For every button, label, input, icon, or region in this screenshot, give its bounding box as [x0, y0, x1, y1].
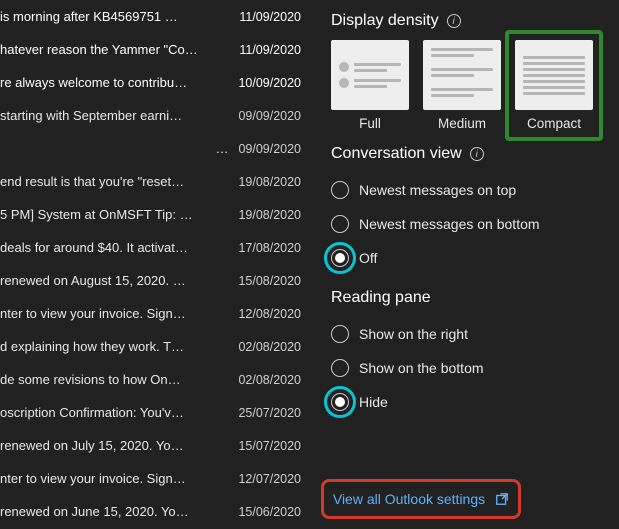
conversation-view-group: Newest messages on top Newest messages o… — [331, 173, 609, 275]
mail-row[interactable]: end result is that you're "reset…19/08/2… — [0, 165, 311, 198]
density-medium[interactable]: Medium — [423, 40, 501, 131]
conv-off-label: Off — [359, 250, 377, 266]
mail-subject: nter to view your invoice. Sign… — [0, 471, 228, 486]
conversation-view-title: Conversation view i — [331, 145, 609, 163]
conv-newest-top-label: Newest messages on top — [359, 182, 516, 198]
mail-date: 19/08/2020 — [228, 175, 301, 189]
mail-row[interactable]: deals for around $40. It activat…17/08/2… — [0, 231, 311, 264]
mail-row[interactable]: 5 PM] System at OnMSFT Tip: …19/08/2020 — [0, 198, 311, 231]
mail-subject: renewed on June 15, 2020. Yo… — [0, 504, 228, 519]
density-full[interactable]: Full — [331, 40, 409, 131]
density-full-swatch — [331, 40, 409, 110]
mail-date: 15/06/2020 — [228, 505, 301, 519]
density-compact-label: Compact — [527, 116, 581, 131]
conversation-view-label: Conversation view — [331, 145, 462, 163]
mail-subject: renewed on July 15, 2020. Yo… — [0, 438, 228, 453]
reading-hide-label: Hide — [359, 394, 388, 410]
density-full-label: Full — [359, 116, 381, 131]
info-icon[interactable]: i — [470, 147, 484, 161]
mail-subject: re always welcome to contribu… — [0, 75, 228, 90]
mail-date: 09/09/2020 — [228, 142, 301, 156]
reading-pane-label: Reading pane — [331, 289, 431, 307]
radio-icon — [331, 249, 349, 267]
mail-subject: hatever reason the Yammer "Co… — [0, 42, 229, 57]
reading-pane-title: Reading pane — [331, 289, 609, 307]
mail-subject: end result is that you're "reset… — [0, 174, 228, 189]
mail-subject: deals for around $40. It activat… — [0, 240, 228, 255]
mail-date: 02/08/2020 — [228, 340, 301, 354]
mail-date: 10/09/2020 — [228, 76, 301, 90]
mail-subject: 5 PM] System at OnMSFT Tip: … — [0, 207, 228, 222]
mail-date: 02/08/2020 — [228, 373, 301, 387]
conv-off[interactable]: Off — [331, 241, 609, 275]
radio-icon — [331, 325, 349, 343]
radio-icon — [331, 181, 349, 199]
conv-newest-top[interactable]: Newest messages on top — [331, 173, 609, 207]
reading-bottom[interactable]: Show on the bottom — [331, 351, 609, 385]
mail-row[interactable]: is morning after KB4569751 …11/09/2020 — [0, 0, 311, 33]
mail-subject: nter to view your invoice. Sign… — [0, 306, 228, 321]
reading-hide[interactable]: Hide — [331, 385, 609, 419]
mail-date: 19/08/2020 — [228, 208, 301, 222]
mail-row[interactable]: renewed on July 15, 2020. Yo…15/07/2020 — [0, 429, 311, 462]
quick-settings-panel: Display density i Full Medium Co — [311, 0, 619, 529]
mail-subject: d explaining how they work. T… — [0, 339, 228, 354]
radio-icon — [331, 359, 349, 377]
mail-date: 11/09/2020 — [229, 43, 301, 57]
mail-row[interactable]: nter to view your invoice. Sign…12/08/20… — [0, 297, 311, 330]
mail-subject: starting with September earni… — [0, 108, 228, 123]
radio-icon — [331, 215, 349, 233]
density-compact[interactable]: Compact — [515, 40, 593, 131]
reading-pane-group: Show on the right Show on the bottom Hid… — [331, 317, 609, 419]
display-density-options: Full Medium Compact — [331, 40, 609, 131]
mail-date: 12/07/2020 — [228, 472, 301, 486]
view-all-outlook-settings[interactable]: View all Outlook settings — [321, 479, 521, 519]
mail-date: 12/08/2020 — [228, 307, 301, 321]
mail-row[interactable]: oscription Confirmation: You'v…25/07/202… — [0, 396, 311, 429]
reading-right-label: Show on the right — [359, 326, 468, 342]
mail-row[interactable]: …09/09/2020 — [0, 132, 311, 165]
density-medium-swatch — [423, 40, 501, 110]
radio-icon — [331, 393, 349, 411]
mail-row[interactable]: renewed on August 15, 2020. …15/08/2020 — [0, 264, 311, 297]
info-icon[interactable]: i — [447, 14, 461, 28]
mail-subject: … — [0, 141, 228, 156]
mail-row[interactable]: starting with September earni…09/09/2020 — [0, 99, 311, 132]
mail-date: 25/07/2020 — [228, 406, 301, 420]
conv-newest-bottom[interactable]: Newest messages on bottom — [331, 207, 609, 241]
mail-date: 17/08/2020 — [228, 241, 301, 255]
mail-date: 15/07/2020 — [228, 439, 301, 453]
display-density-label: Display density — [331, 12, 439, 30]
conv-newest-bottom-label: Newest messages on bottom — [359, 216, 540, 232]
mail-date: 11/09/2020 — [229, 10, 301, 24]
reading-bottom-label: Show on the bottom — [359, 360, 484, 376]
mail-row[interactable]: d explaining how they work. T…02/08/2020 — [0, 330, 311, 363]
mail-subject: oscription Confirmation: You'v… — [0, 405, 228, 420]
mail-row[interactable]: re always welcome to contribu…10/09/2020 — [0, 66, 311, 99]
display-density-title: Display density i — [331, 12, 609, 30]
popout-icon — [495, 492, 509, 506]
mail-list[interactable]: is morning after KB4569751 …11/09/2020 h… — [0, 0, 311, 529]
mail-row[interactable]: nter to view your invoice. Sign…12/07/20… — [0, 462, 311, 495]
mail-subject: is morning after KB4569751 … — [0, 9, 229, 24]
density-compact-swatch — [515, 40, 593, 110]
density-medium-label: Medium — [438, 116, 486, 131]
mail-row[interactable]: renewed on June 15, 2020. Yo…15/06/2020 — [0, 495, 311, 528]
view-all-label: View all Outlook settings — [333, 491, 485, 507]
mail-date: 15/08/2020 — [228, 274, 301, 288]
mail-row[interactable]: de some revisions to how On…02/08/2020 — [0, 363, 311, 396]
reading-right[interactable]: Show on the right — [331, 317, 609, 351]
mail-subject: de some revisions to how On… — [0, 372, 228, 387]
mail-subject: renewed on August 15, 2020. … — [0, 273, 228, 288]
mail-row[interactable]: hatever reason the Yammer "Co…11/09/2020 — [0, 33, 311, 66]
mail-date: 09/09/2020 — [228, 109, 301, 123]
